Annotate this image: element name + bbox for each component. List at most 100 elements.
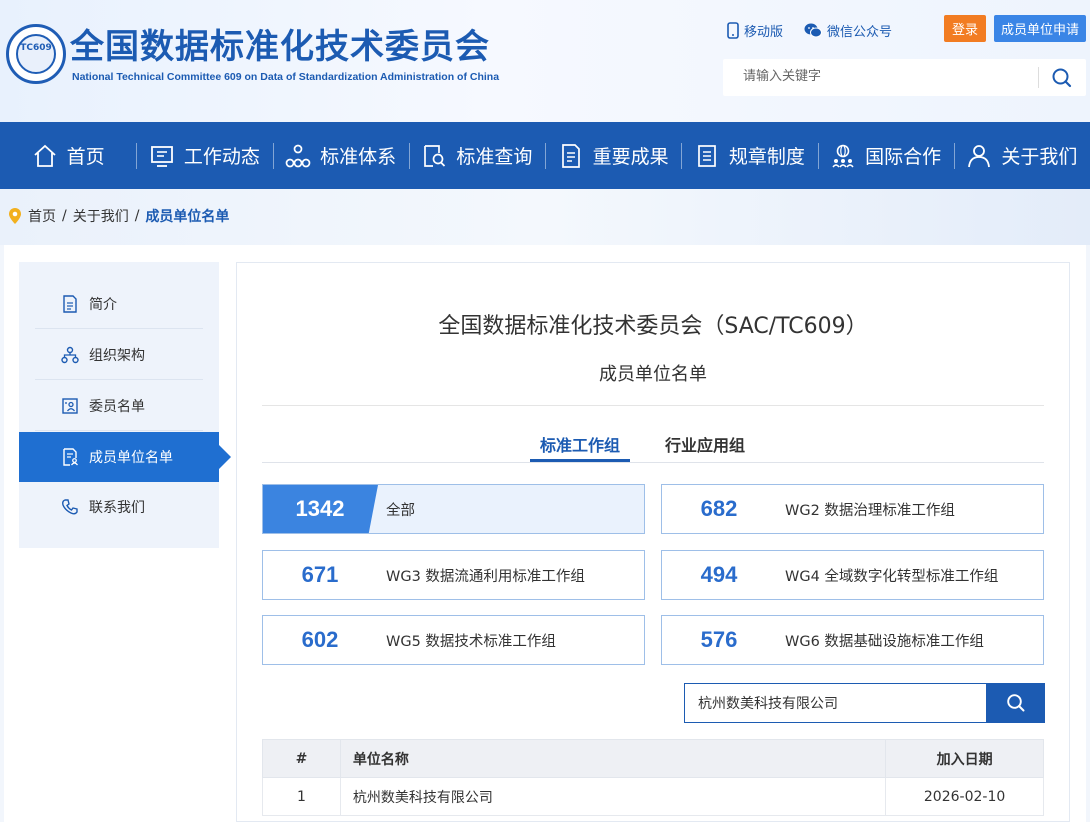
site-header: TC609 全国数据标准化技术委员会 National Technical Co… — [0, 0, 1090, 122]
nav-about-us[interactable]: 关于我们 — [953, 122, 1090, 189]
group-label: WG2 数据治理标准工作组 — [785, 502, 955, 519]
sidebar-item-member-units[interactable]: 成员单位名单 — [19, 432, 231, 482]
group-label: WG3 数据流通利用标准工作组 — [386, 568, 585, 585]
nav-standard-system[interactable]: 标准体系 — [272, 122, 409, 189]
search-icon[interactable] — [1051, 67, 1073, 89]
member-doc-icon — [63, 448, 78, 466]
user-icon — [968, 144, 991, 167]
page-title: 全国数据标准化技术委员会（SAC/TC609） — [438, 314, 868, 339]
login-button[interactable]: 登录 — [944, 15, 986, 42]
nav-standard-search[interactable]: 标准查询 — [408, 122, 545, 189]
table-row: 1 杭州数美科技有限公司 2026-02-10 — [262, 777, 1044, 816]
tab-industry-groups[interactable]: 行业应用组 — [655, 432, 755, 462]
group-label: WG5 数据技术标准工作组 — [386, 633, 556, 650]
group-count: 576 — [700, 627, 738, 652]
page-subtitle: 成员单位名单 — [599, 364, 707, 385]
breadcrumb: 首页 / 关于我们 / 成员单位名单 — [8, 206, 229, 226]
nav-label: 标准查询 — [456, 146, 533, 168]
list-icon — [698, 144, 716, 167]
table-header-row: # 单位名称 加入日期 — [262, 739, 1044, 778]
logo-text: TC609 — [20, 43, 52, 53]
group-label: WG6 数据基础设施标准工作组 — [785, 633, 984, 650]
breadcrumb-current: 成员单位名单 — [145, 209, 230, 225]
network-icon — [285, 144, 311, 167]
breadcrumb-separator: / — [134, 208, 140, 224]
logo-inner — [16, 34, 56, 74]
wechat-link[interactable]: 微信公众号 — [804, 21, 892, 40]
nav-label: 国际合作 — [865, 146, 942, 168]
mobile-version-label: 移动版 — [744, 25, 784, 40]
person-card-icon — [62, 397, 78, 414]
mobile-version-link[interactable]: 移动版 — [727, 21, 783, 40]
sidebar-item-label: 简介 — [89, 296, 117, 313]
sidebar-item-label: 组织架构 — [89, 347, 145, 364]
nav-work-news[interactable]: 工作动态 — [136, 122, 272, 189]
row-date: 2026-02-10 — [885, 777, 1044, 816]
nav-home[interactable]: 首页 — [0, 122, 136, 189]
group-count: 602 — [301, 627, 339, 652]
col-index: # — [262, 739, 341, 778]
home-icon — [34, 144, 56, 167]
breadcrumb-separator: / — [62, 208, 67, 224]
main-content — [236, 262, 1070, 822]
wechat-icon — [804, 23, 822, 38]
tab-standard-groups[interactable]: 标准工作组 — [530, 432, 630, 462]
divider — [262, 405, 1044, 406]
sidebar-item-members[interactable]: 委员名单 — [35, 381, 203, 431]
site-search-input[interactable] — [741, 68, 1041, 85]
site-logo[interactable]: TC609 — [6, 24, 66, 84]
doc-icon — [561, 143, 580, 168]
group-count: 1342 — [295, 496, 345, 521]
wechat-label: 微信公众号 — [827, 25, 893, 40]
tab-divider — [262, 462, 1044, 463]
breadcrumb-about[interactable]: 关于我们 — [73, 206, 129, 226]
group-card-wg2[interactable]: 682 WG2 数据治理标准工作组 — [661, 484, 1044, 534]
doc-icon — [63, 294, 77, 313]
monitor-icon — [150, 145, 173, 167]
sidebar-item-label: 联系我们 — [89, 500, 145, 516]
search-divider — [1038, 67, 1039, 88]
nav-label: 规章制度 — [728, 146, 805, 168]
phone-icon — [62, 499, 78, 515]
org-icon — [61, 346, 79, 363]
site-search — [723, 59, 1086, 96]
site-title: 全国数据标准化技术委员会 — [70, 27, 490, 67]
nav-label: 首页 — [66, 146, 105, 168]
group-count: 682 — [700, 496, 738, 521]
group-card-wg5[interactable]: 602 WG5 数据技术标准工作组 — [262, 615, 645, 665]
member-search-input[interactable] — [696, 694, 976, 712]
group-card-wg4[interactable]: 494 WG4 全域数字化转型标准工作组 — [661, 550, 1044, 600]
nav-international[interactable]: 国际合作 — [817, 122, 954, 189]
group-card-wg3[interactable]: 671 WG3 数据流通利用标准工作组 — [262, 550, 645, 600]
group-count: 494 — [700, 562, 738, 587]
group-count: 671 — [301, 562, 339, 587]
globe-people-icon — [832, 144, 854, 167]
row-name: 杭州数美科技有限公司 — [339, 777, 887, 816]
doc-search-icon — [424, 144, 446, 167]
nav-label: 工作动态 — [183, 146, 260, 168]
member-table: # 单位名称 加入日期 1 杭州数美科技有限公司 2026-02-10 — [262, 739, 1044, 816]
col-name: 单位名称 — [339, 739, 887, 778]
member-search — [684, 683, 1045, 723]
nav-label: 标准体系 — [320, 146, 397, 168]
sidebar-item-contact[interactable]: 联系我们 — [35, 482, 203, 532]
group-card-wg6[interactable]: 576 WG6 数据基础设施标准工作组 — [661, 615, 1044, 665]
sidebar-item-label: 委员名单 — [89, 398, 145, 415]
main-nav: 首页 工作动态 标准体系 标准查询 重要成果 规章制度 国际合作 关于我们 — [0, 122, 1090, 189]
sidebar-item-label: 成员单位名单 — [89, 450, 173, 466]
member-search-button[interactable] — [986, 683, 1045, 723]
member-apply-button[interactable]: 成员单位申请 — [994, 15, 1086, 42]
site-subtitle: National Technical Committee 609 on Data… — [72, 71, 500, 83]
nav-regulations[interactable]: 规章制度 — [681, 122, 817, 189]
col-date: 加入日期 — [885, 739, 1044, 778]
breadcrumb-home[interactable]: 首页 — [28, 206, 56, 226]
nav-label: 重要成果 — [592, 146, 669, 168]
sidebar-item-intro[interactable]: 简介 — [35, 279, 203, 329]
location-pin-icon — [9, 208, 21, 224]
nav-achievements[interactable]: 重要成果 — [545, 122, 681, 189]
group-label: WG4 全域数字化转型标准工作组 — [785, 568, 999, 585]
sidebar-item-org[interactable]: 组织架构 — [35, 330, 203, 380]
search-icon — [1006, 694, 1024, 712]
group-card-all[interactable]: 1342 全部 — [262, 484, 645, 534]
mobile-icon — [727, 22, 739, 39]
